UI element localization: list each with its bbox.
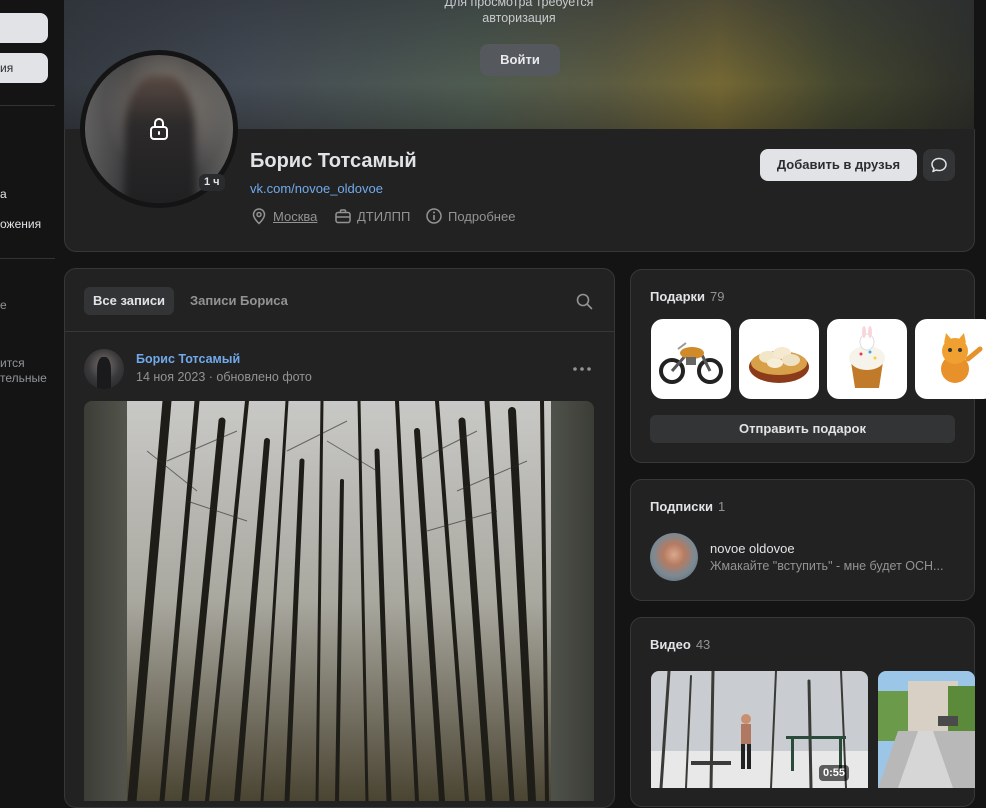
profile-link[interactable]: vk.com/novoe_oldovoe bbox=[250, 181, 383, 196]
search-icon[interactable] bbox=[576, 293, 593, 310]
videos-title: Видео bbox=[650, 637, 691, 652]
gift-item-cat[interactable] bbox=[915, 319, 986, 399]
briefcase-icon bbox=[335, 209, 351, 224]
post-author-name[interactable]: Борис Тотсамый bbox=[136, 352, 240, 366]
location-icon bbox=[252, 208, 266, 225]
login-button[interactable]: Войти bbox=[480, 44, 560, 76]
sidebar-footer-text-2: тельные bbox=[0, 371, 47, 385]
subscription-description: Жмакайте "вступить" - мне будет ОСН... bbox=[710, 559, 944, 573]
profile-name: Борис Тотсамый bbox=[250, 150, 417, 172]
gifts-title: Подарки bbox=[650, 289, 706, 304]
tab-all-posts[interactable]: Все записи bbox=[84, 287, 175, 315]
wall-divider bbox=[65, 331, 614, 332]
video-thumbnail-2[interactable] bbox=[878, 671, 975, 788]
sidebar-divider bbox=[0, 105, 55, 106]
subscriptions-title: Подписки bbox=[650, 499, 713, 514]
forest-trees-image bbox=[127, 401, 551, 801]
gift-item-motorcycle[interactable] bbox=[651, 319, 731, 399]
post-author-avatar[interactable] bbox=[84, 349, 124, 389]
sidebar-button-secondary[interactable]: ия bbox=[0, 53, 48, 83]
city-label[interactable]: Москва bbox=[273, 209, 317, 224]
video-preview-image bbox=[878, 671, 975, 788]
subscriptions-count: 1 bbox=[717, 499, 726, 514]
post-photo[interactable] bbox=[127, 401, 551, 801]
gifts-count: 79 bbox=[710, 289, 725, 304]
post-meta: 14 ноя 2023 · обновлено фото bbox=[136, 370, 312, 384]
message-icon bbox=[931, 157, 947, 173]
dumplings-icon bbox=[749, 347, 809, 383]
work-label[interactable]: ДТИЛПП bbox=[357, 209, 410, 224]
sidebar-item-apps[interactable]: ожения bbox=[0, 217, 41, 231]
cat-icon bbox=[941, 333, 983, 383]
auth-required-text: Для просмотра требуется авторизация bbox=[444, 0, 594, 25]
tab-owner-posts[interactable]: Записи Бориса bbox=[190, 287, 288, 315]
videos-header[interactable]: Видео 43 bbox=[650, 637, 710, 652]
gift-item-easter-cake[interactable] bbox=[827, 319, 907, 399]
gift-item-dumplings[interactable] bbox=[739, 319, 819, 399]
sidebar-item-a[interactable]: а bbox=[0, 187, 7, 201]
sidebar-footer-link[interactable]: е bbox=[0, 298, 7, 312]
gifts-header[interactable]: Подарки 79 bbox=[650, 289, 725, 304]
send-gift-button[interactable]: Отправить подарок bbox=[650, 415, 955, 443]
add-friend-button[interactable]: Добавить в друзья bbox=[760, 149, 917, 181]
lock-icon bbox=[150, 118, 168, 140]
more-label[interactable]: Подробнее bbox=[448, 209, 515, 224]
sidebar-button-primary[interactable] bbox=[0, 13, 48, 43]
subscriptions-header[interactable]: Подписки 1 bbox=[650, 499, 725, 514]
videos-count: 43 bbox=[695, 637, 711, 652]
sidebar-footer-text-1: ится bbox=[0, 356, 25, 370]
last-seen-badge: 1 ч bbox=[199, 174, 225, 191]
subscription-avatar[interactable] bbox=[650, 533, 698, 581]
post-action: обновлено фото bbox=[216, 370, 312, 384]
subscription-name[interactable]: novoe oldovoe bbox=[710, 541, 795, 556]
easter-cake-icon bbox=[849, 326, 885, 388]
more-info[interactable]: Подробнее bbox=[425, 206, 515, 226]
video-duration: 0:55 bbox=[819, 765, 850, 781]
work-info[interactable]: ДТИЛПП bbox=[334, 206, 410, 226]
info-icon bbox=[426, 208, 442, 224]
post-meta-separator: · bbox=[208, 370, 213, 384]
sidebar-divider bbox=[0, 258, 55, 259]
city-info[interactable]: Москва bbox=[250, 206, 317, 226]
more-options-icon[interactable] bbox=[572, 362, 592, 376]
message-button[interactable] bbox=[923, 149, 955, 181]
motorcycle-icon bbox=[659, 342, 723, 384]
post-date[interactable]: 14 ноя 2023 bbox=[136, 370, 205, 384]
